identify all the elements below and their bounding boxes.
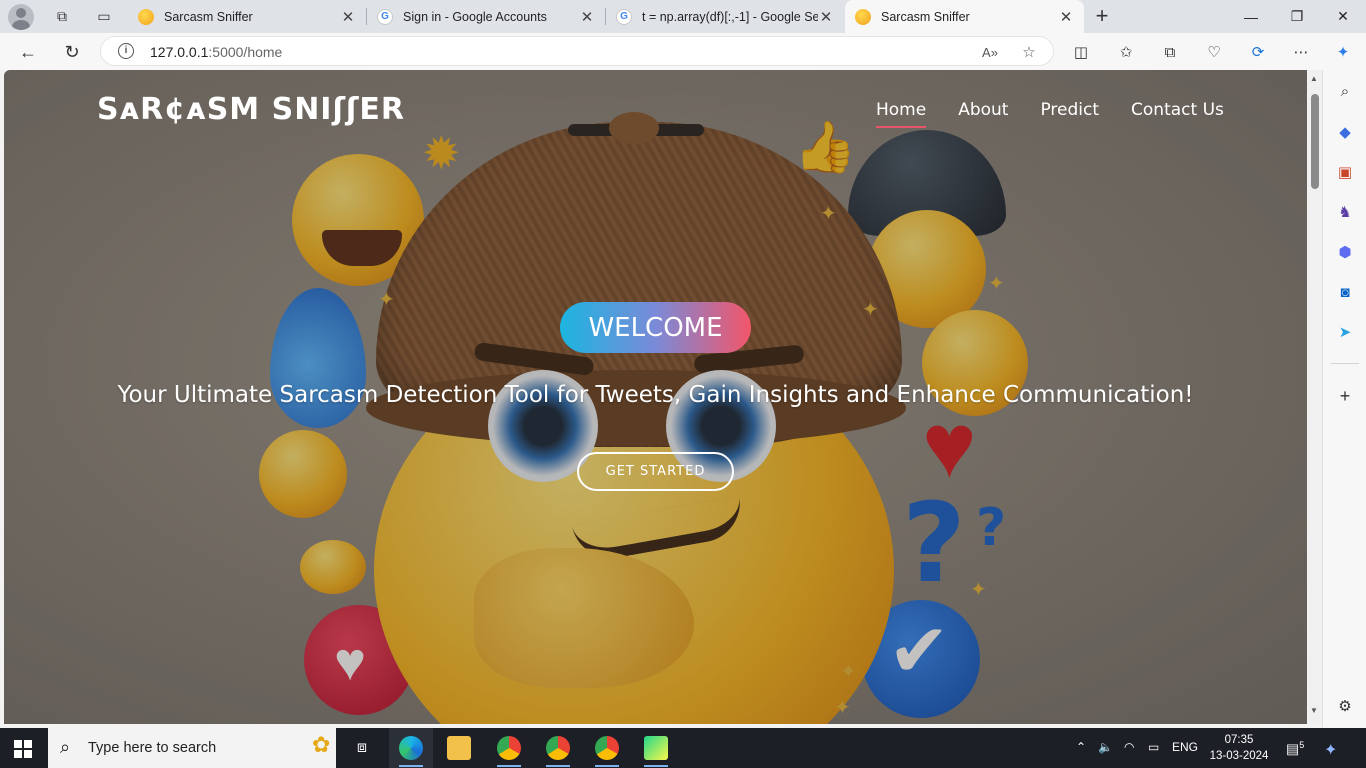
tray-overflow-icon[interactable]: ⌃: [1076, 740, 1086, 754]
edge-taskbar-icon[interactable]: [389, 728, 433, 768]
browser-essentials-icon[interactable]: ♡: [1203, 41, 1225, 63]
refresh-icon[interactable]: ↻: [58, 38, 86, 66]
tab-title: Sarcasm Sniffer: [881, 9, 970, 24]
welcome-badge: WELCOME: [560, 302, 751, 353]
tab-close-icon[interactable]: ✕: [1058, 8, 1074, 26]
taskbar-search-placeholder: Type here to search: [88, 740, 217, 756]
task-view-icon[interactable]: ⧈: [340, 728, 384, 768]
battery-icon[interactable]: ▭: [1148, 740, 1159, 754]
more-menu-icon[interactable]: ⋯: [1290, 41, 1312, 63]
windows-start-icon[interactable]: [14, 740, 32, 758]
new-tab-button[interactable]: +: [1090, 3, 1114, 28]
address-bar[interactable]: i 127.0.0.1:5000/home A» ☆: [100, 36, 1054, 66]
nav-contact-link[interactable]: Contact Us: [1131, 100, 1224, 120]
tab-title: Sign in - Google Accounts: [403, 9, 547, 24]
tab-title: Sarcasm Sniffer: [164, 9, 253, 24]
google-favicon-icon: G: [377, 8, 393, 25]
nav-home-link[interactable]: Home: [876, 100, 927, 128]
read-aloud-icon[interactable]: A»: [980, 42, 1000, 62]
search-highlight-flowers-icon: ✿: [312, 732, 331, 757]
tab-actions-icon[interactable]: ▭: [92, 5, 116, 27]
favorites-icon[interactable]: ✩: [1115, 41, 1137, 63]
send-icon[interactable]: ➤: [1334, 321, 1356, 343]
tools-briefcase-icon[interactable]: ▣: [1334, 161, 1356, 183]
emoji-favicon-icon: [855, 8, 871, 25]
scrollbar-thumb[interactable]: [1311, 94, 1319, 189]
browser-toolbar: ← ↻ i 127.0.0.1:5000/home A» ☆ ◫ ✩ ⧉ ♡ ⟳…: [0, 33, 1366, 70]
windows-taskbar: ⌕ Type here to search ✿ ⧈ ⌃ 🔈 ◠ ▭ ENG 07…: [0, 728, 1366, 768]
favorite-star-icon[interactable]: ☆: [1019, 42, 1039, 62]
tab-close-icon[interactable]: ✕: [818, 8, 834, 26]
get-started-button[interactable]: GET STARTED: [577, 452, 734, 491]
nav-predict-link[interactable]: Predict: [1040, 100, 1099, 120]
back-arrow-icon[interactable]: ←: [14, 38, 42, 66]
notifications-icon[interactable]: ▤5: [1286, 740, 1304, 758]
games-icon[interactable]: ♞: [1334, 201, 1356, 223]
page-scrollbar[interactable]: ▲ ▼: [1308, 70, 1322, 724]
sidebar-divider: [1331, 363, 1359, 364]
copilot-taskbar-icon[interactable]: ✦: [1324, 740, 1337, 760]
wifi-icon[interactable]: ◠: [1124, 740, 1134, 754]
restore-icon[interactable]: ❐: [1274, 0, 1320, 33]
pycharm-icon[interactable]: [634, 728, 678, 768]
tab-close-icon[interactable]: ✕: [340, 8, 356, 26]
site-logo[interactable]: SᴀR¢ᴀSM SNIʃʃER: [97, 92, 405, 127]
tab-sarcasm-sniffer-1[interactable]: Sarcasm Sniffer ✕: [128, 0, 366, 33]
nav-about-link[interactable]: About: [958, 100, 1008, 120]
web-page: ✹ 👍 ♥ ♥ ? ? ✔ ✦ ✦ ✦ ✦ ✦ ✦ ✦ SᴀR¢ᴀSM SNIʃ…: [4, 70, 1307, 724]
minimize-icon[interactable]: —: [1228, 0, 1274, 33]
workspaces-icon[interactable]: ⧉: [50, 5, 74, 27]
outlook-icon[interactable]: ◙: [1334, 281, 1356, 303]
shopping-tag-icon[interactable]: ◆: [1334, 121, 1356, 143]
tab-title: t = np.array(df)[:,-1] - Google Sea: [642, 9, 818, 24]
system-clock[interactable]: 07:35 13-03-2024: [1206, 732, 1272, 764]
clock-date: 13-03-2024: [1209, 750, 1269, 762]
url-path: :5000/home: [208, 44, 283, 60]
tab-sarcasm-sniffer-active[interactable]: Sarcasm Sniffer ✕: [845, 0, 1084, 33]
chrome-profile-2-icon[interactable]: [585, 728, 629, 768]
clock-time: 07:35: [1224, 734, 1254, 746]
volume-icon[interactable]: 🔈: [1098, 740, 1113, 754]
add-sidebar-item-icon[interactable]: +: [1334, 385, 1356, 407]
collections-icon[interactable]: ⧉: [1159, 41, 1181, 63]
chrome-icon[interactable]: [487, 728, 531, 768]
scroll-up-icon[interactable]: ▲: [1310, 74, 1318, 83]
tab-google-search[interactable]: G t = np.array(df)[:,-1] - Google Sea ✕: [606, 0, 844, 33]
profile-avatar-icon[interactable]: [8, 4, 34, 30]
hero-tagline: Your Ultimate Sarcasm Detection Tool for…: [117, 382, 1194, 408]
edge-copilot-page-icon[interactable]: ⟳: [1247, 41, 1269, 63]
search-icon[interactable]: ⌕: [1334, 80, 1356, 102]
sidebar-settings-icon[interactable]: ⚙: [1334, 695, 1356, 717]
url-host: 127.0.0.1: [150, 44, 209, 60]
taskbar-search-box[interactable]: ⌕ Type here to search ✿: [48, 728, 336, 768]
file-explorer-icon[interactable]: [437, 728, 481, 768]
tab-google-sign-in[interactable]: G Sign in - Google Accounts ✕: [367, 0, 605, 33]
site-info-icon[interactable]: i: [118, 43, 134, 59]
tab-close-icon[interactable]: ✕: [579, 8, 595, 26]
chrome-profile-icon[interactable]: [536, 728, 580, 768]
language-indicator[interactable]: ENG: [1172, 740, 1198, 754]
window-close-icon[interactable]: ✕: [1320, 0, 1366, 33]
microsoft-365-icon[interactable]: ⬢: [1334, 241, 1356, 263]
notification-count: 5: [1299, 740, 1305, 750]
split-screen-icon[interactable]: ◫: [1070, 41, 1092, 63]
edge-sidebar: ⌕ ◆ ▣ ♞ ⬢ ◙ ➤ + ⚙: [1322, 70, 1366, 728]
google-favicon-icon: G: [616, 8, 632, 25]
search-icon: ⌕: [60, 737, 71, 757]
scroll-down-icon[interactable]: ▼: [1310, 706, 1318, 715]
site-nav: Home About Predict Contact Us: [876, 100, 1256, 128]
copilot-icon[interactable]: ✦: [1332, 41, 1354, 63]
emoji-favicon-icon: [138, 8, 154, 25]
url-text[interactable]: 127.0.0.1:5000/home: [150, 44, 282, 60]
tab-strip: ⧉ ▭ Sarcasm Sniffer ✕ G Sign in - Google…: [0, 0, 1366, 33]
